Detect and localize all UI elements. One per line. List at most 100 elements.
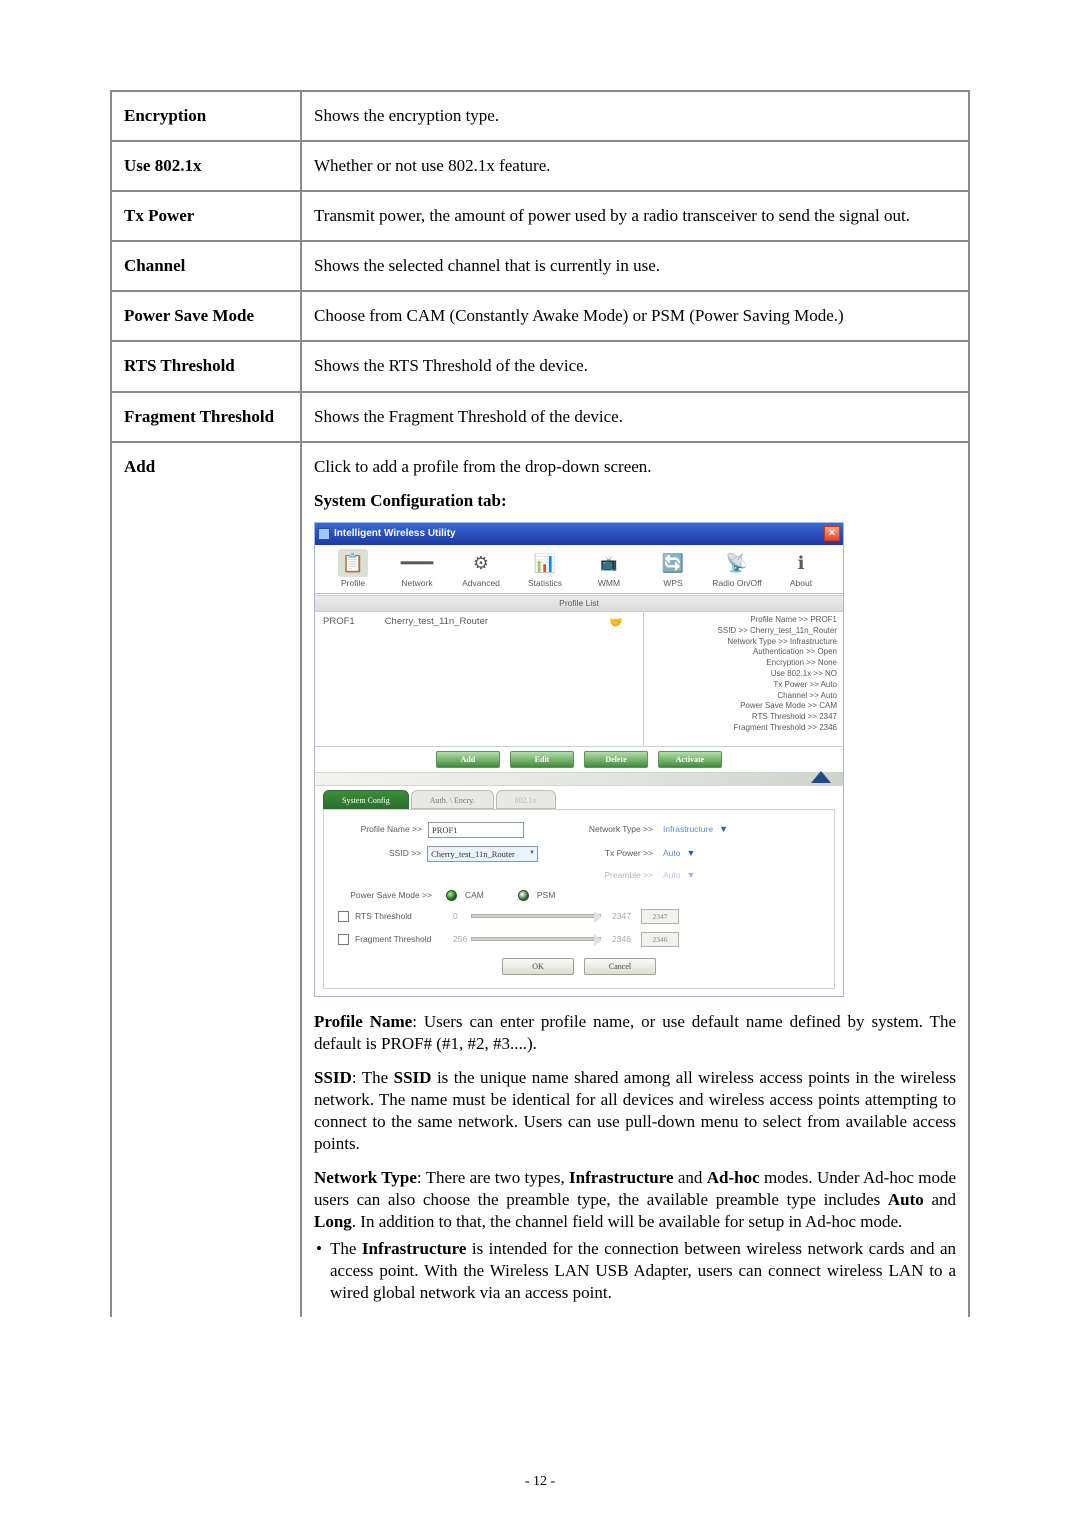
- profile-body: PROF1 Cherry_test_11n_Router 🤝 Profile N…: [315, 612, 843, 747]
- row-label-encryption: Encryption: [111, 91, 301, 141]
- separator-arrow[interactable]: [315, 772, 843, 786]
- wps-icon: 🔄: [658, 549, 688, 577]
- toolbar-item-advanced[interactable]: ⚙ Advanced: [449, 549, 513, 589]
- detail-line: Network Type >> Infrastructure: [650, 637, 837, 648]
- cancel-button[interactable]: Cancel: [584, 958, 656, 975]
- row-desc-encryption: Shows the encryption type.: [301, 91, 969, 141]
- wmm-icon: 📺: [594, 549, 624, 577]
- detail-line: Tx Power >> Auto: [650, 680, 837, 691]
- add-button[interactable]: Add: [436, 751, 500, 768]
- profile-list-header: Profile List: [315, 595, 843, 612]
- delete-button[interactable]: Delete: [584, 751, 648, 768]
- rts-min: 0: [453, 911, 471, 922]
- cam-radio[interactable]: [446, 890, 457, 901]
- system-config-panel: Profile Name >> PROF1 Network Type >> In…: [323, 809, 835, 989]
- row-desc-add: Click to add a profile from the drop-dow…: [301, 442, 969, 1317]
- page-number: - 12 -: [0, 1473, 1080, 1491]
- txpower-value[interactable]: Auto▼: [663, 848, 695, 860]
- toolbar-item-network[interactable]: ━━━ Network: [385, 549, 449, 589]
- toolbar-label: About: [790, 578, 812, 588]
- advanced-icon: ⚙: [466, 549, 496, 577]
- detail-line: Encryption >> None: [650, 658, 837, 669]
- row-label-channel: Channel: [111, 241, 301, 291]
- row-label-add: Add: [111, 442, 301, 1317]
- profile-name-desc: Profile Name: Users can enter profile na…: [314, 1011, 956, 1055]
- row-desc-use8021x: Whether or not use 802.1x feature.: [301, 141, 969, 191]
- row-label-txpower: Tx Power: [111, 191, 301, 241]
- toolbar-item-profile[interactable]: 📋 Profile: [321, 549, 385, 589]
- psm-label: Power Save Mode >>: [338, 890, 438, 901]
- ft-min: 256: [453, 934, 471, 945]
- row-label-use8021x: Use 802.1x: [111, 141, 301, 191]
- tab-auth-encry[interactable]: Auth. \ Encry.: [411, 790, 494, 809]
- ft-checkbox[interactable]: [338, 934, 349, 945]
- txpower-label: Tx Power >>: [578, 848, 653, 859]
- toolbar-label: Radio On/Off: [712, 578, 761, 588]
- detail-line: Channel >> Auto: [650, 691, 837, 702]
- system-config-tab-heading: System Configuration tab:: [314, 490, 956, 512]
- toolbar-item-wmm[interactable]: 📺 WMM: [577, 549, 641, 589]
- row-desc-txpower: Transmit power, the amount of power used…: [301, 191, 969, 241]
- toolbar-item-radio[interactable]: 📡 Radio On/Off: [705, 549, 769, 589]
- detail-line: SSID >> Cherry_test_11n_Router: [650, 626, 837, 637]
- toolbar-label: Advanced: [462, 578, 500, 588]
- profile-name-input[interactable]: PROF1: [428, 822, 524, 838]
- ft-label: Fragment Threshold: [355, 934, 453, 945]
- detail-line: Authentication >> Open: [650, 647, 837, 658]
- activate-button[interactable]: Activate: [658, 751, 722, 768]
- toolbar-item-about[interactable]: ℹ About: [769, 549, 833, 589]
- ssid-desc: SSID: The SSID is the unique name shared…: [314, 1067, 956, 1155]
- detail-line: Fragment Threshold >> 2346: [650, 723, 837, 734]
- profile-actions: Add Edit Delete Activate: [315, 747, 843, 772]
- cam-label: CAM: [465, 890, 484, 901]
- tab-system-config[interactable]: System Config: [323, 790, 409, 809]
- close-icon[interactable]: ×: [824, 526, 840, 541]
- network-type-desc: Network Type: There are two types, Infra…: [314, 1167, 956, 1233]
- row-desc-channel: Shows the selected channel that is curre…: [301, 241, 969, 291]
- wireless-utility-dialog: Intelligent Wireless Utility × 📋 Profile…: [314, 522, 844, 997]
- rts-slider[interactable]: [471, 914, 601, 918]
- edit-button[interactable]: Edit: [510, 751, 574, 768]
- ft-slider[interactable]: [471, 937, 601, 941]
- network-type-value[interactable]: Infrastructure▼: [663, 824, 728, 836]
- network-icon: ━━━: [402, 549, 432, 577]
- detail-line: Use 802.1x >> NO: [650, 669, 837, 680]
- properties-table: Encryption Shows the encryption type. Us…: [110, 90, 970, 1317]
- profile-list[interactable]: PROF1 Cherry_test_11n_Router 🤝: [315, 612, 643, 746]
- dialog-titlebar: Intelligent Wireless Utility ×: [315, 523, 843, 545]
- profile-item-name: PROF1: [323, 616, 355, 628]
- psm-radio[interactable]: [518, 890, 529, 901]
- rts-max: 2347: [601, 911, 631, 922]
- toolbar-item-wps[interactable]: 🔄 WPS: [641, 549, 705, 589]
- ssid-label: SSID >>: [338, 848, 427, 859]
- profile-list-item[interactable]: PROF1 Cherry_test_11n_Router: [323, 616, 635, 628]
- ssid-select[interactable]: Cherry_test_11n_Router: [427, 846, 538, 862]
- rts-checkbox[interactable]: [338, 911, 349, 922]
- about-icon: ℹ: [786, 549, 816, 577]
- rts-value[interactable]: 2347: [641, 909, 679, 924]
- toolbar-label: WPS: [663, 578, 682, 588]
- row-label-rts: RTS Threshold: [111, 341, 301, 391]
- handshake-icon: 🤝: [609, 616, 623, 630]
- ft-value[interactable]: 2346: [641, 932, 679, 947]
- row-label-ft: Fragment Threshold: [111, 392, 301, 442]
- profile-details: Profile Name >> PROF1 SSID >> Cherry_tes…: [643, 612, 843, 746]
- profile-item-ssid: Cherry_test_11n_Router: [385, 616, 488, 628]
- detail-line: RTS Threshold >> 2347: [650, 712, 837, 723]
- detail-line: Profile Name >> PROF1: [650, 615, 837, 626]
- dialog-toolbar: 📋 Profile ━━━ Network ⚙ Advanced 📊: [315, 545, 843, 594]
- ok-button[interactable]: OK: [502, 958, 574, 975]
- toolbar-label: Statistics: [528, 578, 562, 588]
- dialog-title: Intelligent Wireless Utility: [334, 527, 456, 540]
- radio-icon: 📡: [722, 549, 752, 577]
- ft-max: 2346: [601, 934, 631, 945]
- toolbar-label: WMM: [598, 578, 620, 588]
- row-desc-ft: Shows the Fragment Threshold of the devi…: [301, 392, 969, 442]
- toolbar-item-statistics[interactable]: 📊 Statistics: [513, 549, 577, 589]
- dialog-app-icon: [318, 528, 330, 540]
- preamble-value: Auto▼: [663, 870, 695, 882]
- tab-8021x[interactable]: 802.1x: [496, 790, 556, 809]
- row-desc-psm: Choose from CAM (Constantly Awake Mode) …: [301, 291, 969, 341]
- add-intro: Click to add a profile from the drop-dow…: [314, 456, 956, 478]
- statistics-icon: 📊: [530, 549, 560, 577]
